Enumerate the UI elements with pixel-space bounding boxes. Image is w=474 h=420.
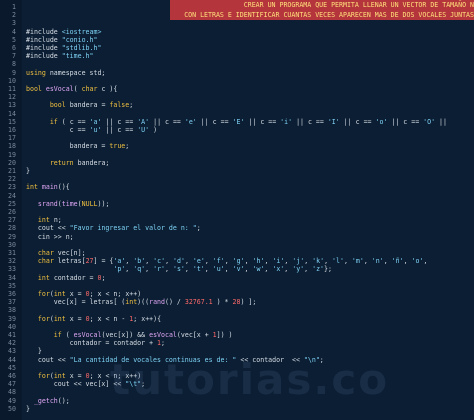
code-token: } xyxy=(26,404,30,413)
code-line[interactable]: 50} xyxy=(0,404,474,414)
code-text: } xyxy=(26,404,30,414)
line-number: 50 xyxy=(8,404,16,413)
watermark-logo: tutorias.co xyxy=(110,355,390,404)
code-editor[interactable]: CREAR UN PROGRAMA QUE PERMITA LLENAR UN … xyxy=(0,0,474,420)
